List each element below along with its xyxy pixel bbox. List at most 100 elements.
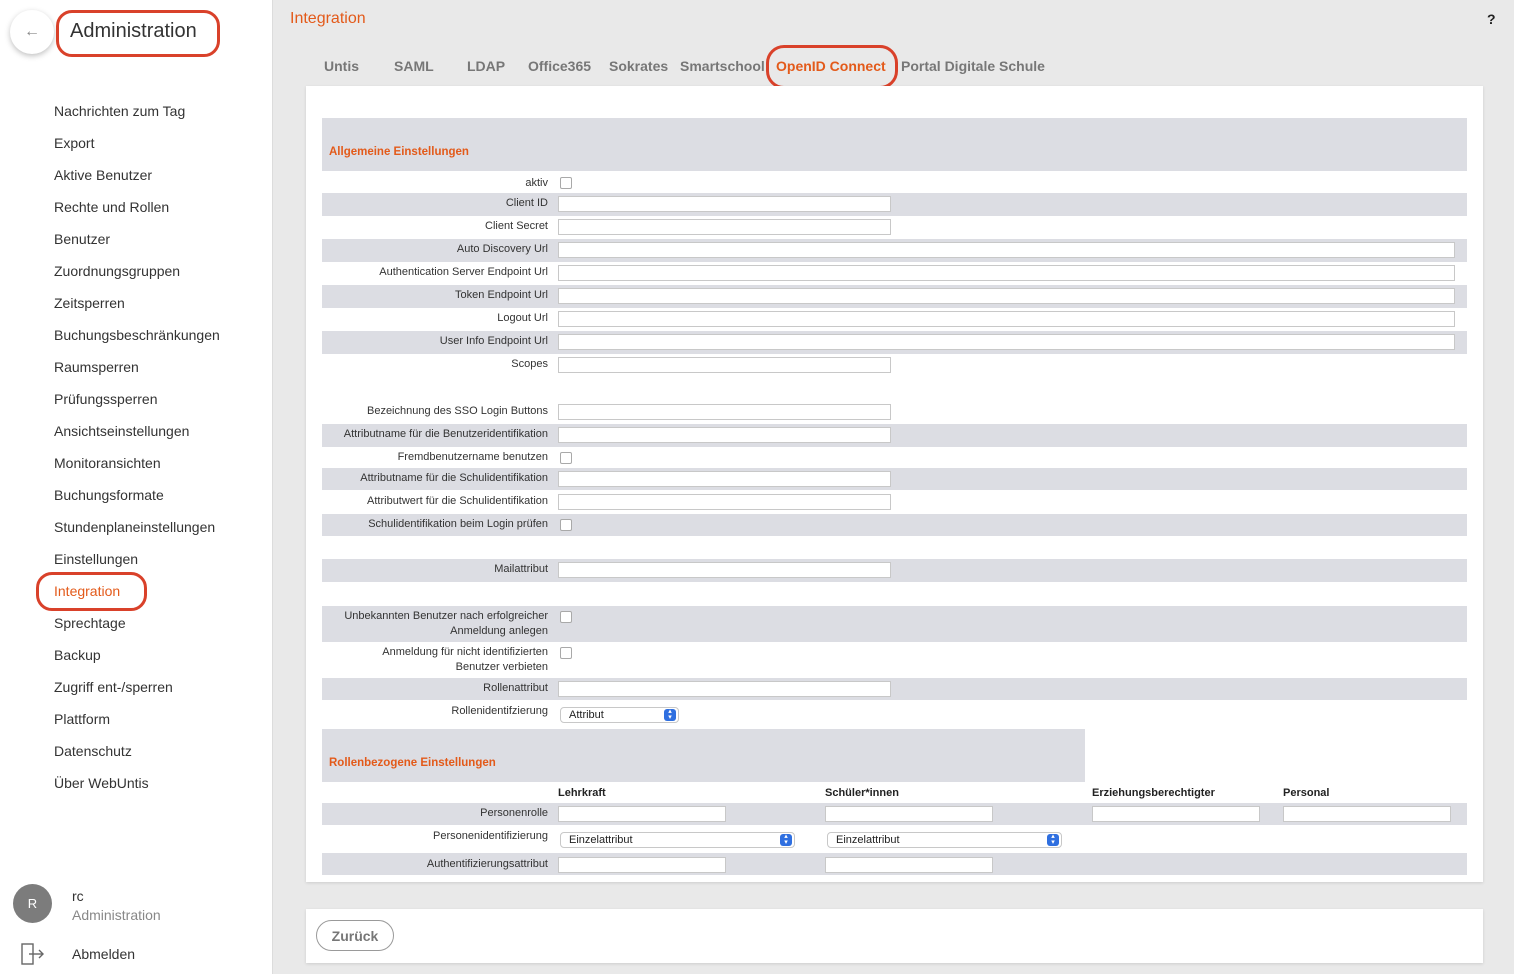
select-arrows-icon: ▴ ▾ xyxy=(1047,833,1059,846)
personenrolle-personal-input[interactable] xyxy=(1283,806,1451,822)
tab-sokrates[interactable]: Sokrates xyxy=(609,58,668,74)
scopes-input[interactable] xyxy=(558,357,891,373)
sidebar-item-stundenplaneinstellungen[interactable]: Stundenplaneinstellungen xyxy=(0,511,272,543)
role-ident-select[interactable]: Attribut ▴ ▾ xyxy=(560,707,679,723)
auto-discovery-input[interactable] xyxy=(558,242,1455,258)
select-arrows-icon: ▴ ▾ xyxy=(664,708,676,721)
sidebar-item-raumsperren[interactable]: Raumsperren xyxy=(0,351,272,383)
auth-attr-schueler-input[interactable] xyxy=(825,857,993,873)
sidebar-item-export[interactable]: Export xyxy=(0,127,272,159)
sidebar-item-zuordnungsgruppen[interactable]: Zuordnungsgruppen xyxy=(0,255,272,287)
sidebar-item-zeitsperren[interactable]: Zeitsperren xyxy=(0,287,272,319)
tab-portal-digitale-schule[interactable]: Portal Digitale Schule xyxy=(901,58,1045,74)
mail-attr-input[interactable] xyxy=(558,562,891,578)
auth-endpoint-input[interactable] xyxy=(558,265,1455,281)
school-attr-input[interactable] xyxy=(558,471,891,487)
label-token-endpoint: Token Endpoint Url xyxy=(455,289,548,301)
sidebar: ← Administration Nachrichten zum Tag Exp… xyxy=(0,0,273,974)
tab-untis[interactable]: Untis xyxy=(324,58,359,74)
select-arrows-icon: ▴ ▾ xyxy=(780,833,792,846)
logout-link[interactable]: Abmelden xyxy=(72,946,135,962)
help-icon[interactable]: ? xyxy=(1487,11,1496,27)
sidebar-item-aktive-benutzer[interactable]: Aktive Benutzer xyxy=(0,159,272,191)
label-personenrolle: Personenrolle xyxy=(480,807,548,819)
sidebar-item-ueber-webuntis[interactable]: Über WebUntis xyxy=(0,767,272,799)
section-title-roles: Rollenbezogene Einstellungen xyxy=(329,757,496,769)
sidebar-item-plattform[interactable]: Plattform xyxy=(0,703,272,735)
label-client-secret: Client Secret xyxy=(485,220,548,232)
label-logout-url: Logout Url xyxy=(497,312,548,324)
section-header-general xyxy=(322,118,1467,171)
section-title-general: Allgemeine Einstellungen xyxy=(329,146,469,158)
highlight-circle-tab xyxy=(766,45,898,89)
client-id-input[interactable] xyxy=(558,196,891,212)
arrow-left-icon: ← xyxy=(24,23,40,40)
col-schueler: Schüler*innen xyxy=(825,787,899,799)
back-button[interactable]: ← xyxy=(10,10,54,54)
personenidentifizierung-lehrkraft-select[interactable]: Einzelattribut ▴ ▾ xyxy=(560,832,795,848)
page-title: Integration xyxy=(290,10,366,27)
label-create-unknown: Unbekannten Benutzer nach erfolgreicher … xyxy=(344,610,548,637)
label-school-value: Attributwert für die Schulidentifikation xyxy=(367,495,548,507)
label-school-attr: Attributname für die Schulidentifikation xyxy=(360,472,548,484)
logout-icon[interactable] xyxy=(20,942,46,966)
tab-ldap[interactable]: LDAP xyxy=(467,58,505,74)
select-value: Einzelattribut xyxy=(569,834,633,846)
label-role-attr: Rollenattribut xyxy=(483,682,548,694)
checkbox-foreign-user[interactable] xyxy=(560,452,572,464)
userinfo-endpoint-input[interactable] xyxy=(558,334,1455,350)
sso-button-input[interactable] xyxy=(558,404,891,420)
personenrolle-schueler-input[interactable] xyxy=(825,806,993,822)
avatar[interactable]: R xyxy=(13,884,52,923)
sidebar-item-rechte-rollen[interactable]: Rechte und Rollen xyxy=(0,191,272,223)
token-endpoint-input[interactable] xyxy=(558,288,1455,304)
sidebar-item-buchungsformate[interactable]: Buchungsformate xyxy=(0,479,272,511)
checkbox-aktiv[interactable] xyxy=(560,177,572,189)
label-foreign-user: Fremdbenutzername benutzen xyxy=(397,451,548,463)
school-value-input[interactable] xyxy=(558,494,891,510)
sidebar-item-buchungsbeschraenkungen[interactable]: Buchungsbeschränkungen xyxy=(0,319,272,351)
label-userinfo: User Info Endpoint Url xyxy=(439,335,548,347)
label-sso-button: Bezeichnung des SSO Login Buttons xyxy=(366,405,548,417)
tab-saml[interactable]: SAML xyxy=(394,58,434,74)
role-ident-value: Attribut xyxy=(569,709,604,721)
highlight-circle-title xyxy=(56,10,220,57)
label-user-attr: Attributname für die Benutzeridentifikat… xyxy=(343,428,548,440)
sidebar-item-benutzer[interactable]: Benutzer xyxy=(0,223,272,255)
sidebar-item-ansichtseinstellungen[interactable]: Ansichtseinstellungen xyxy=(0,415,272,447)
col-personal: Personal xyxy=(1283,787,1330,799)
role-attr-input[interactable] xyxy=(558,681,891,697)
sidebar-item-sprechtage[interactable]: Sprechtage xyxy=(0,607,272,639)
label-personenidentifizierung: Personenidentifizierung xyxy=(433,830,548,842)
sidebar-item-zugriff[interactable]: Zugriff ent-/sperren xyxy=(0,671,272,703)
checkbox-create-unknown[interactable] xyxy=(560,611,572,623)
label-mail: Mailattribut xyxy=(494,563,548,575)
highlight-circle-integration xyxy=(36,572,147,611)
col-erziehungsberechtigter: Erziehungsberechtigter xyxy=(1092,787,1215,799)
user-name: rc xyxy=(72,888,84,904)
label-auto-discovery: Auto Discovery Url xyxy=(456,243,548,255)
sidebar-item-pruefungssperren[interactable]: Prüfungssperren xyxy=(0,383,272,415)
client-secret-input[interactable] xyxy=(558,219,891,235)
col-lehrkraft: Lehrkraft xyxy=(558,787,606,799)
user-attr-input[interactable] xyxy=(558,427,891,443)
back-footer-button[interactable]: Zurück xyxy=(316,920,394,951)
tab-smartschool[interactable]: Smartschool xyxy=(680,58,765,74)
select-value: Einzelattribut xyxy=(836,834,900,846)
row-band xyxy=(322,193,1467,216)
personenrolle-lehrkraft-input[interactable] xyxy=(558,806,726,822)
sidebar-item-datenschutz[interactable]: Datenschutz xyxy=(0,735,272,767)
sidebar-item-monitoransichten[interactable]: Monitoransichten xyxy=(0,447,272,479)
sidebar-item-backup[interactable]: Backup xyxy=(0,639,272,671)
logout-url-input[interactable] xyxy=(558,311,1455,327)
label-school-login: Schulidentifikation beim Login prüfen xyxy=(368,518,548,530)
label-aktiv: aktiv xyxy=(525,177,548,189)
personenrolle-erziehungsberechtigter-input[interactable] xyxy=(1092,806,1260,822)
auth-attr-lehrkraft-input[interactable] xyxy=(558,857,726,873)
tab-office365[interactable]: Office365 xyxy=(528,58,591,74)
sidebar-item-einstellungen[interactable]: Einstellungen xyxy=(0,543,272,575)
checkbox-school-login[interactable] xyxy=(560,519,572,531)
checkbox-forbid-unidentified[interactable] xyxy=(560,647,572,659)
sidebar-item-nachrichten[interactable]: Nachrichten zum Tag xyxy=(0,95,272,127)
personenidentifizierung-schueler-select[interactable]: Einzelattribut ▴ ▾ xyxy=(827,832,1062,848)
